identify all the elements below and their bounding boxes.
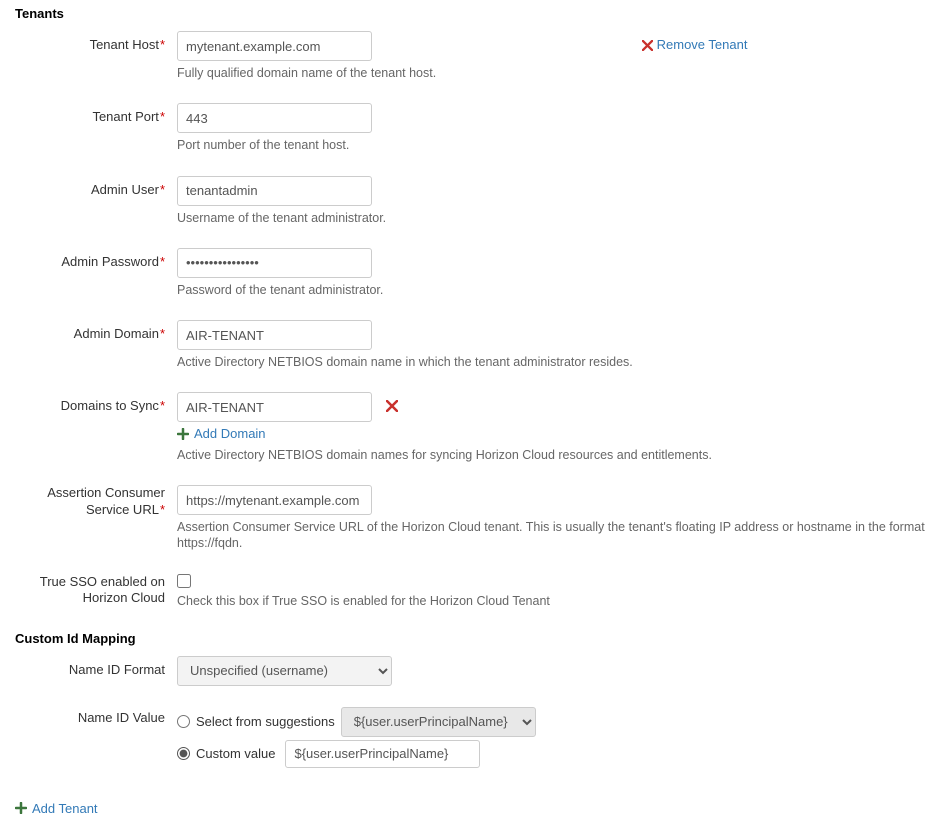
tenants-section-title: Tenants (15, 6, 930, 21)
admin-user-label-text: Admin User (91, 182, 159, 197)
nameid-format-label: Name ID Format (15, 656, 177, 677)
tenant-host-input[interactable] (177, 31, 372, 61)
domains-to-sync-label: Domains to Sync* (15, 392, 177, 413)
remove-tenant-text: Remove Tenant (657, 37, 748, 52)
custom-id-mapping-title: Custom Id Mapping (15, 631, 930, 646)
true-sso-label: True SSO enabled on Horizon Cloud (15, 574, 177, 608)
true-sso-label-l2: Horizon Cloud (83, 590, 165, 605)
tenant-host-label: Tenant Host* (15, 31, 177, 52)
acs-url-label-l1: Assertion Consumer (47, 485, 165, 500)
required-star: * (160, 398, 165, 413)
add-domain-text: Add Domain (194, 426, 266, 441)
admin-password-label: Admin Password* (15, 248, 177, 269)
tenant-port-label-text: Tenant Port (92, 109, 159, 124)
acs-url-label-l2: Service URL (86, 502, 159, 517)
admin-user-helper: Username of the tenant administrator. (177, 210, 930, 226)
true-sso-checkbox[interactable] (177, 574, 191, 588)
remove-domain-button[interactable] (382, 396, 402, 419)
acs-url-input[interactable] (177, 485, 372, 515)
plus-icon (177, 428, 189, 440)
acs-url-label: Assertion Consumer Service URL* (15, 485, 177, 519)
tenant-port-label: Tenant Port* (15, 103, 177, 124)
nameid-value-label-text: Name ID Value (78, 710, 165, 725)
admin-user-label: Admin User* (15, 176, 177, 197)
admin-password-helper: Password of the tenant administrator. (177, 282, 930, 298)
tenant-port-helper: Port number of the tenant host. (177, 137, 930, 153)
plus-icon (15, 802, 27, 814)
close-icon (386, 400, 398, 412)
nameid-format-select[interactable]: Unspecified (username) (177, 656, 392, 686)
admin-domain-input[interactable] (177, 320, 372, 350)
nameid-custom-label[interactable]: Custom value (196, 746, 275, 761)
required-star: * (160, 37, 165, 52)
nameid-suggestions-label[interactable]: Select from suggestions (196, 714, 335, 729)
nameid-suggestions-select[interactable]: ${user.userPrincipalName} (341, 707, 536, 737)
admin-domain-label-text: Admin Domain (74, 326, 159, 341)
acs-url-helper: Assertion Consumer Service URL of the Ho… (177, 519, 930, 552)
admin-domain-label: Admin Domain* (15, 320, 177, 341)
admin-user-input[interactable] (177, 176, 372, 206)
true-sso-helper: Check this box if True SSO is enabled fo… (177, 593, 930, 609)
admin-password-input[interactable] (177, 248, 372, 278)
nameid-custom-input[interactable] (285, 740, 480, 768)
required-star: * (160, 502, 165, 517)
required-star: * (160, 109, 165, 124)
tenant-port-input[interactable] (177, 103, 372, 133)
true-sso-label-l1: True SSO enabled on (40, 574, 165, 589)
required-star: * (160, 254, 165, 269)
remove-tenant-link[interactable]: Remove Tenant (642, 37, 747, 52)
add-tenant-text: Add Tenant (32, 801, 98, 816)
required-star: * (160, 182, 165, 197)
close-icon (642, 37, 653, 48)
admin-password-label-text: Admin Password (61, 254, 159, 269)
add-tenant-button[interactable]: Add Tenant (15, 801, 98, 816)
domains-to-sync-helper: Active Directory NETBIOS domain names fo… (177, 447, 930, 463)
domain-sync-input[interactable] (177, 392, 372, 422)
nameid-suggestions-radio[interactable] (177, 715, 190, 728)
tenant-host-helper: Fully qualified domain name of the tenan… (177, 65, 930, 81)
nameid-value-label: Name ID Value (15, 704, 177, 725)
tenant-host-label-text: Tenant Host (90, 37, 159, 52)
nameid-format-label-text: Name ID Format (69, 662, 165, 677)
add-domain-button[interactable]: Add Domain (177, 426, 266, 441)
admin-domain-helper: Active Directory NETBIOS domain name in … (177, 354, 930, 370)
required-star: * (160, 326, 165, 341)
domains-to-sync-label-text: Domains to Sync (61, 398, 159, 413)
nameid-custom-radio[interactable] (177, 747, 190, 760)
